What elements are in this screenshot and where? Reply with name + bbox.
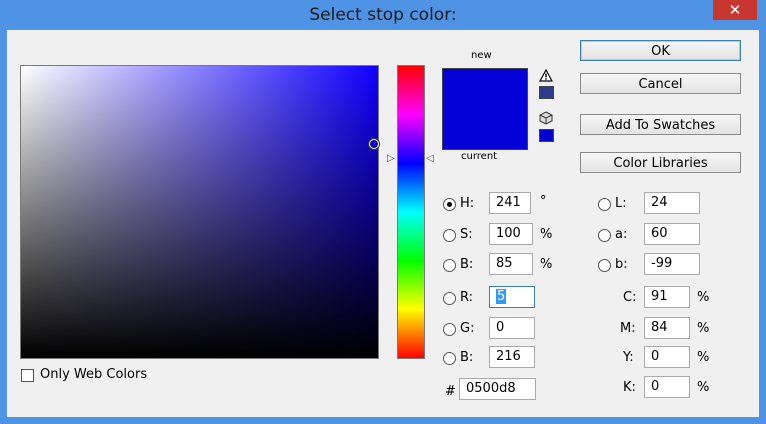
brightness-radio[interactable] bbox=[443, 259, 456, 272]
black-input[interactable]: 0 bbox=[644, 376, 690, 398]
warning-triangle-icon[interactable] bbox=[538, 68, 554, 86]
hex-input[interactable]: 0500d8 bbox=[459, 378, 536, 400]
title-bar[interactable]: Select stop color: ✕ bbox=[0, 0, 766, 30]
cancel-button[interactable]: Cancel bbox=[580, 73, 741, 94]
yellow-unit: % bbox=[697, 350, 710, 365]
red-label: R: bbox=[460, 290, 474, 305]
cube-icon[interactable] bbox=[539, 111, 553, 129]
saturation-input[interactable]: 100 bbox=[489, 223, 533, 245]
red-input[interactable]: 5 bbox=[489, 286, 535, 308]
brightness-label: B: bbox=[460, 257, 474, 272]
b-channel-label: b: bbox=[615, 257, 628, 272]
dialog-body: ▷ ◁ new current OK Cancel Add To Swatche… bbox=[7, 30, 759, 417]
slider-left-arrow-icon[interactable]: ▷ bbox=[387, 154, 395, 164]
black-unit: % bbox=[697, 380, 710, 395]
web-colors-label: Only Web Colors bbox=[40, 367, 148, 382]
new-color-swatch bbox=[443, 69, 527, 109]
a-channel-label: a: bbox=[615, 227, 628, 242]
brightness-input[interactable]: 85 bbox=[489, 253, 533, 275]
lightness-radio[interactable] bbox=[598, 198, 611, 211]
saturation-radio[interactable] bbox=[443, 229, 456, 242]
cyan-input[interactable]: 91 bbox=[644, 286, 690, 308]
add-to-swatches-button[interactable]: Add To Swatches bbox=[580, 114, 741, 135]
saturation-unit: % bbox=[540, 227, 553, 242]
green-label: G: bbox=[460, 321, 475, 336]
lightness-label: L: bbox=[615, 196, 627, 211]
color-field[interactable] bbox=[20, 65, 379, 359]
dialog-window: Select stop color: ✕ ▷ ◁ new current OK … bbox=[0, 0, 766, 424]
blue-label: B: bbox=[460, 350, 474, 365]
black-label: K: bbox=[623, 380, 636, 395]
color-picker-ring[interactable] bbox=[369, 139, 379, 149]
lightness-input[interactable]: 24 bbox=[644, 192, 700, 214]
current-color-swatch[interactable] bbox=[443, 109, 527, 149]
green-input[interactable]: 0 bbox=[489, 317, 535, 339]
window-title: Select stop color: bbox=[309, 5, 457, 25]
hue-unit: ° bbox=[540, 194, 547, 209]
a-channel-input[interactable]: 60 bbox=[644, 223, 700, 245]
cyan-unit: % bbox=[697, 290, 710, 305]
gamut-warning-swatch[interactable] bbox=[539, 86, 554, 99]
red-value: 5 bbox=[496, 289, 507, 304]
magenta-label: M: bbox=[620, 321, 636, 336]
red-radio[interactable] bbox=[443, 292, 456, 305]
color-libraries-button[interactable]: Color Libraries bbox=[580, 152, 741, 173]
ok-button[interactable]: OK bbox=[580, 40, 741, 61]
hue-label: H: bbox=[460, 196, 475, 211]
hue-slider[interactable] bbox=[397, 65, 425, 359]
close-icon: ✕ bbox=[728, 1, 742, 19]
yellow-label: Y: bbox=[623, 350, 634, 365]
hue-radio[interactable] bbox=[443, 198, 456, 211]
blue-input[interactable]: 216 bbox=[489, 346, 535, 368]
magenta-unit: % bbox=[697, 321, 710, 336]
new-label: new bbox=[471, 50, 492, 61]
slider-right-arrow-icon[interactable]: ◁ bbox=[426, 154, 434, 164]
magenta-input[interactable]: 84 bbox=[644, 317, 690, 339]
close-button[interactable]: ✕ bbox=[713, 0, 757, 20]
b-channel-input[interactable]: -99 bbox=[644, 253, 700, 275]
green-radio[interactable] bbox=[443, 323, 456, 336]
websafe-swatch[interactable] bbox=[539, 129, 554, 142]
yellow-input[interactable]: 0 bbox=[644, 346, 690, 368]
b-channel-radio[interactable] bbox=[598, 259, 611, 272]
current-label: current bbox=[461, 151, 498, 162]
hue-input[interactable]: 241 bbox=[489, 192, 531, 214]
a-channel-radio[interactable] bbox=[598, 229, 611, 242]
brightness-unit: % bbox=[540, 257, 553, 272]
saturation-label: S: bbox=[460, 227, 473, 242]
hex-label: # bbox=[445, 384, 456, 399]
blue-radio[interactable] bbox=[443, 352, 456, 365]
cyan-label: C: bbox=[623, 290, 637, 305]
color-preview bbox=[442, 68, 528, 150]
web-colors-checkbox[interactable] bbox=[21, 369, 34, 382]
